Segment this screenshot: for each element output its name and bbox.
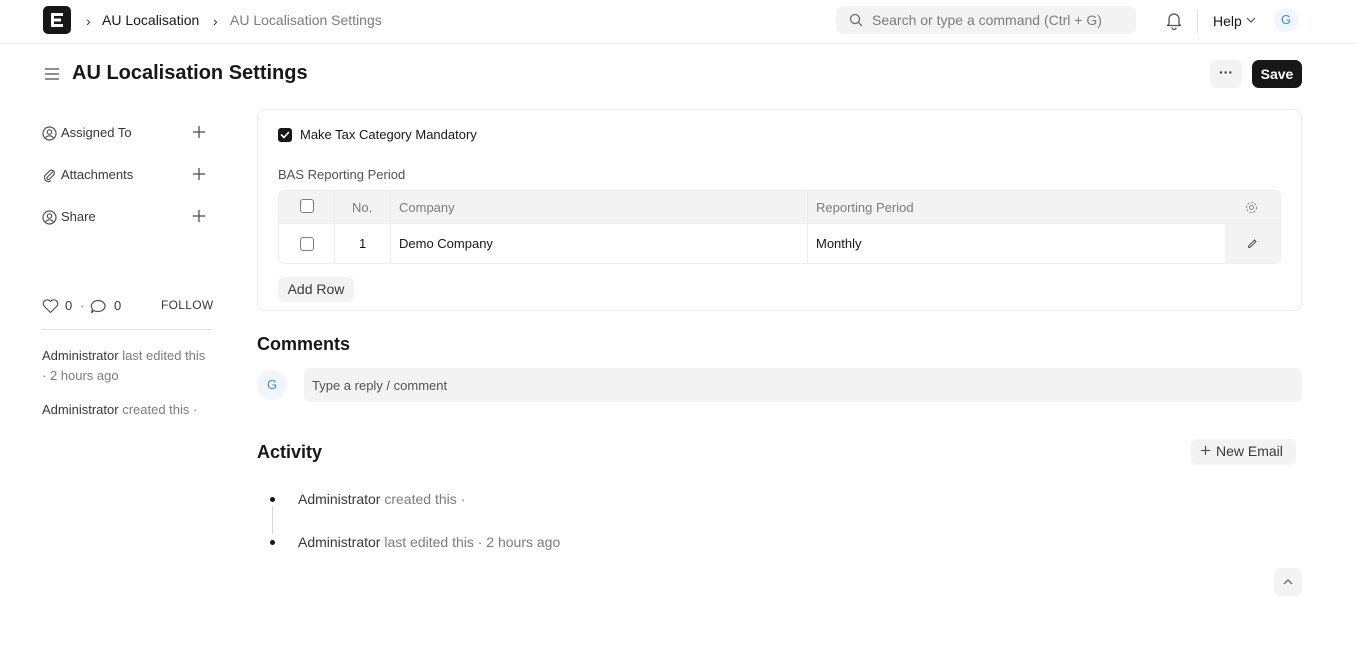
activity-item: Administrator created this · [298,491,465,507]
select-all-checkbox[interactable] [300,199,314,213]
edit-row-button[interactable] [1225,224,1280,263]
more-actions-button[interactable]: ··· [1210,60,1242,88]
sidebar-created: Administrator created this · [42,400,212,420]
plus-icon [1201,446,1210,455]
bas-reporting-period-label: BAS Reporting Period [278,167,406,182]
new-email-button[interactable]: New Email [1191,439,1296,465]
search-bar[interactable] [836,6,1136,34]
bell-icon[interactable] [1165,11,1183,30]
paperclip-icon [43,169,55,183]
user-avatar[interactable]: G [1274,8,1298,32]
save-button[interactable]: Save [1252,60,1302,88]
new-email-label: New Email [1216,443,1283,459]
heart-icon[interactable] [42,299,59,314]
sidebar-item-share[interactable]: Share [42,208,212,228]
sidebar-item-label: Attachments [61,167,134,182]
timeline-line [272,506,273,534]
sidebar-divider [42,329,212,330]
column-divider [807,224,808,263]
chevron-right-icon: › [213,13,218,29]
navbar-divider [1197,9,1198,33]
column-header-reporting-period: Reporting Period [816,200,914,215]
help-menu[interactable]: Help [1213,13,1242,29]
table-header: No. Company Reporting Period [279,191,1280,223]
column-header-company: Company [399,200,455,215]
column-divider [807,191,808,223]
column-header-no: No. [352,200,373,215]
sidebar-toggle-icon[interactable] [44,66,60,82]
likes-count: 0 [65,298,73,313]
add-row-button[interactable]: Add Row [278,277,354,302]
plus-icon[interactable] [192,167,206,181]
breadcrumb-au-localisation[interactable]: AU Localisation [102,12,199,28]
plus-icon[interactable] [192,125,206,139]
comment-avatar: G [257,370,287,400]
bas-reporting-period-table: No. Company Reporting Period 1 Demo Comp… [278,190,1281,264]
activity-item: Administrator last edited this · 2 hours… [298,534,560,550]
comment-input[interactable] [304,368,1302,402]
row-number: 1 [359,236,367,251]
chevron-up-icon [1283,579,1293,585]
sidebar-last-edited: Administrator last edited this · 2 hours… [42,346,212,386]
check-icon [280,131,290,139]
comment-icon[interactable] [90,299,107,314]
row-checkbox[interactable] [300,237,314,251]
column-divider [334,191,335,223]
assign-user-icon [42,126,57,141]
created-text: created this · [118,402,198,417]
pencil-icon [1247,239,1257,249]
timeline-dot [270,497,275,502]
sidebar-item-attachments[interactable]: Attachments [42,166,212,186]
timeline-dot [270,540,275,545]
make-tax-category-mandatory-checkbox[interactable] [278,128,292,142]
reporting-period-cell[interactable]: Monthly [816,236,862,251]
frappe-e-logo-icon [51,13,63,27]
separator-dot: · [80,298,85,313]
activity-text: last edited this · 2 hours ago [380,534,561,550]
breadcrumb-current[interactable]: AU Localisation Settings [230,12,382,28]
share-user-icon [42,210,57,225]
gear-icon[interactable] [1245,201,1258,214]
chevron-right-icon: › [86,13,91,29]
user-link[interactable]: Administrator [298,491,380,507]
sidebar-item-label: Share [61,209,96,224]
sidebar-item-assigned-to[interactable]: Assigned To [42,124,212,144]
navbar: › AU Localisation › AU Localisation Sett… [0,0,1356,44]
activity-title: Activity [257,442,323,462]
column-divider [334,224,335,263]
make-tax-category-mandatory-label[interactable]: Make Tax Category Mandatory [300,127,477,142]
user-link[interactable]: Administrator [42,402,119,417]
sidebar-item-label: Assigned To [61,125,132,140]
column-divider [390,224,391,263]
scroll-to-top-button[interactable] [1274,568,1302,596]
app-logo[interactable] [43,6,71,34]
activity-text: created this · [380,491,466,507]
comments-title: Comments [257,334,351,354]
user-link[interactable]: Administrator [298,534,380,550]
search-input[interactable] [872,6,1130,34]
column-divider [390,191,391,223]
user-link[interactable]: Administrator [42,348,119,363]
comments-count: 0 [114,298,122,313]
plus-icon[interactable] [192,209,206,223]
company-cell[interactable]: Demo Company [399,236,493,251]
search-icon [849,13,863,27]
page-title: AU Localisation Settings [72,62,308,84]
chevron-down-icon[interactable] [1246,17,1256,23]
follow-button[interactable]: FOLLOW [161,298,213,312]
table-row[interactable]: 1 Demo Company Monthly [279,223,1280,263]
